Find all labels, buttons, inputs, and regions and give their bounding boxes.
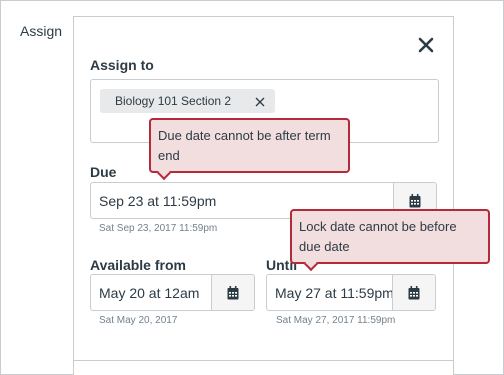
assign-card: Assign to Biology 101 Section 2 Due Sep … (73, 16, 454, 375)
due-date-value: Sep 23 at 11:59pm (99, 192, 217, 209)
until-date-error-tooltip: Lock date cannot be before due date (290, 209, 490, 272)
until-input[interactable]: May 27 at 11:59pm (266, 274, 436, 311)
due-date-hint: Sat Sep 23, 2017 11:59pm (99, 223, 218, 234)
until-hint: Sat May 27, 2017 11:59pm (276, 315, 396, 326)
available-from-input[interactable]: May 20 at 12am (90, 274, 255, 311)
close-icon[interactable] (417, 36, 435, 54)
available-from-label: Available from (90, 257, 186, 273)
divider (74, 360, 453, 361)
calendar-icon[interactable] (211, 275, 254, 310)
assign-to-label: Assign to (90, 57, 154, 73)
available-from-hint: Sat May 20, 2017 (99, 315, 178, 326)
due-label: Due (90, 164, 117, 180)
due-date-error-text: Due date cannot be after term end (158, 128, 331, 163)
assignee-token: Biology 101 Section 2 (100, 89, 276, 113)
assign-section-label: Assign (20, 23, 63, 39)
due-date-error-tooltip: Due date cannot be after term end (149, 118, 350, 181)
until-date-error-text: Lock date cannot be before due date (299, 219, 457, 254)
assign-panel: Assign Assign to Biology 101 Section 2 D… (0, 0, 504, 375)
remove-icon[interactable] (255, 96, 265, 107)
assignee-token-label: Biology 101 Section 2 (115, 94, 232, 108)
calendar-icon[interactable] (392, 275, 435, 310)
